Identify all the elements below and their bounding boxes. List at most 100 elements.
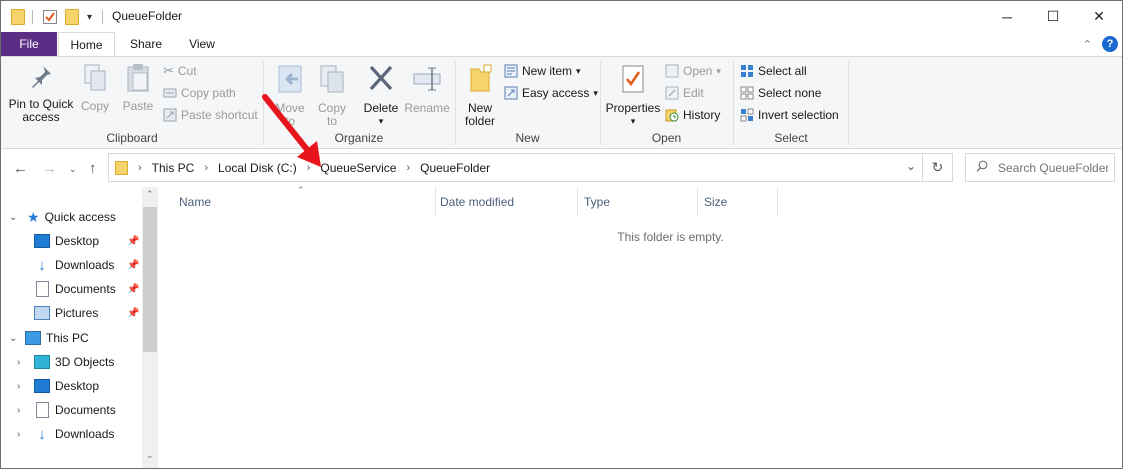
nav-qa-downloads[interactable]: ↓ Downloads bbox=[34, 253, 114, 277]
nav-documents[interactable]: › Documents bbox=[17, 398, 116, 422]
column-type[interactable]: Type bbox=[580, 187, 698, 217]
tab-home[interactable]: Home bbox=[58, 32, 115, 57]
chevron-down-icon[interactable]: ⌄ bbox=[9, 333, 17, 344]
invert-selection-button[interactable]: Invert selection bbox=[740, 105, 839, 125]
select-all-button[interactable]: Select all bbox=[740, 61, 807, 81]
tab-share[interactable]: Share bbox=[121, 32, 171, 56]
properties-button[interactable]: Properties ▾ bbox=[605, 61, 661, 128]
nav-downloads[interactable]: › ↓ Downloads bbox=[17, 422, 114, 446]
group-label: Open bbox=[651, 131, 682, 145]
chevron-right-icon[interactable]: › bbox=[17, 381, 20, 392]
breadcrumb-this-pc[interactable]: This PC bbox=[152, 161, 195, 175]
collapse-ribbon-icon[interactable]: ⌃ bbox=[1083, 38, 1092, 51]
paste-button[interactable]: Paste bbox=[118, 61, 158, 113]
rename-button[interactable]: Rename bbox=[404, 61, 450, 115]
navigation-pane: ⌄ ★ Quick access Desktop 📌 ↓ Downloads 📌… bbox=[1, 187, 158, 468]
chevron-down-icon[interactable]: ▾ bbox=[87, 8, 92, 26]
folder-icon bbox=[115, 160, 128, 175]
nav-scrollbar-thumb[interactable] bbox=[143, 207, 157, 352]
cube-icon bbox=[34, 355, 50, 369]
window-title: QueueFolder bbox=[112, 9, 183, 23]
title-bar: ▾ QueueFolder ─ ☐ ✕ bbox=[1, 1, 1122, 32]
chevron-right-icon[interactable]: › bbox=[17, 429, 20, 440]
select-none-button[interactable]: Select none bbox=[740, 83, 821, 103]
pin-quick-access-button[interactable]: Pin to Quick access bbox=[7, 61, 75, 124]
close-button[interactable]: ✕ bbox=[1076, 1, 1122, 32]
forward-arrow-icon[interactable]: → bbox=[42, 160, 57, 177]
new-item-button[interactable]: New item ▾ bbox=[504, 61, 581, 81]
tab-file[interactable]: File bbox=[1, 32, 57, 56]
nav-quick-access[interactable]: ⌄ ★ Quick access bbox=[9, 205, 116, 229]
chevron-right-icon[interactable]: › bbox=[17, 405, 20, 416]
nav-this-pc[interactable]: ⌄ This PC bbox=[9, 326, 89, 350]
copy-button[interactable]: Copy bbox=[77, 61, 113, 113]
edit-button[interactable]: Edit bbox=[665, 83, 704, 103]
copy-path-button[interactable]: Copy path bbox=[163, 83, 236, 103]
desktop-icon bbox=[34, 379, 50, 393]
copy-icon bbox=[77, 63, 113, 96]
scroll-down-icon[interactable]: ⌄ bbox=[146, 450, 154, 461]
open-button[interactable]: Open ▾ bbox=[665, 61, 721, 81]
chevron-down-icon[interactable]: ⌄ bbox=[9, 212, 17, 223]
ribbon-tabs: File Home Share View ⌃ ? bbox=[1, 32, 1122, 57]
back-arrow-icon[interactable]: ← bbox=[13, 160, 28, 177]
paste-shortcut-icon bbox=[163, 108, 177, 122]
minimize-button[interactable]: ─ bbox=[984, 1, 1030, 32]
nav-qa-pictures[interactable]: Pictures bbox=[34, 301, 98, 325]
nav-desktop[interactable]: › Desktop bbox=[17, 374, 99, 398]
column-name[interactable]: Name bbox=[175, 187, 436, 217]
address-bar[interactable]: › This PC › Local Disk (C:) › QueueServi… bbox=[108, 153, 923, 182]
edit-icon bbox=[665, 86, 679, 100]
help-icon[interactable]: ? bbox=[1102, 36, 1118, 52]
breadcrumb-queueservice[interactable]: QueueService bbox=[320, 161, 396, 175]
chevron-down-icon[interactable]: ⌄ bbox=[906, 159, 916, 173]
chevron-down-icon: ▾ bbox=[576, 65, 581, 76]
pin-icon[interactable]: 📌 bbox=[127, 236, 139, 247]
search-box[interactable] bbox=[965, 153, 1115, 182]
empty-folder-message: This folder is empty. bbox=[617, 230, 724, 244]
scroll-up-icon[interactable]: ⌃ bbox=[146, 189, 154, 200]
copy-path-icon bbox=[163, 86, 177, 100]
computer-icon bbox=[25, 331, 41, 345]
new-folder-icon bbox=[460, 63, 500, 98]
column-size[interactable]: Size bbox=[700, 187, 778, 217]
group-label: Select bbox=[774, 131, 808, 145]
select-group: Select all Select none Invert selection … bbox=[734, 57, 848, 149]
new-folder-button[interactable]: New folder bbox=[460, 61, 500, 128]
search-icon bbox=[976, 160, 988, 175]
paste-shortcut-button[interactable]: Paste shortcut bbox=[163, 105, 258, 125]
divider bbox=[848, 61, 849, 145]
refresh-button[interactable]: ↻ bbox=[923, 153, 953, 182]
nav-3d-objects[interactable]: › 3D Objects bbox=[17, 350, 114, 374]
recent-locations-chevron-icon[interactable]: ⌄ bbox=[69, 164, 77, 175]
search-input[interactable] bbox=[998, 160, 1108, 175]
pin-icon[interactable]: 📌 bbox=[127, 260, 139, 271]
easy-access-button[interactable]: Easy access ▾ bbox=[504, 83, 598, 103]
select-none-icon bbox=[740, 86, 754, 100]
desktop-icon bbox=[34, 234, 50, 248]
pin-icon[interactable]: 📌 bbox=[127, 308, 139, 319]
maximize-button[interactable]: ☐ bbox=[1030, 1, 1076, 32]
open-group: Properties ▾ Open ▾ Edit History Open bbox=[601, 57, 732, 149]
tab-view[interactable]: View bbox=[177, 32, 227, 56]
column-date-modified[interactable]: Date modified bbox=[436, 187, 578, 217]
breadcrumb-queuefolder[interactable]: QueueFolder bbox=[420, 161, 490, 175]
history-button[interactable]: History bbox=[665, 105, 720, 125]
properties-quick-icon[interactable] bbox=[42, 8, 58, 26]
pin-icon[interactable]: 📌 bbox=[127, 284, 139, 295]
chevron-right-icon[interactable]: › bbox=[406, 162, 410, 174]
chevron-right-icon[interactable]: › bbox=[17, 357, 20, 368]
clipboard-icon bbox=[118, 63, 158, 96]
documents-icon bbox=[36, 402, 49, 418]
folder-icon bbox=[11, 8, 25, 26]
up-arrow-icon[interactable]: ↑ bbox=[89, 160, 97, 177]
delete-button[interactable]: Delete ▾ bbox=[361, 61, 401, 128]
divider bbox=[102, 10, 103, 24]
chevron-right-icon[interactable]: › bbox=[204, 162, 208, 174]
file-list[interactable]: ⌃ Name Date modified Type Size This fold… bbox=[159, 185, 1122, 468]
cut-button[interactable]: ✂ Cut bbox=[163, 61, 197, 81]
chevron-right-icon[interactable]: › bbox=[138, 162, 142, 174]
new-folder-quick-icon[interactable] bbox=[65, 8, 79, 26]
nav-qa-documents[interactable]: Documents bbox=[34, 277, 116, 301]
nav-qa-desktop[interactable]: Desktop bbox=[34, 229, 99, 253]
